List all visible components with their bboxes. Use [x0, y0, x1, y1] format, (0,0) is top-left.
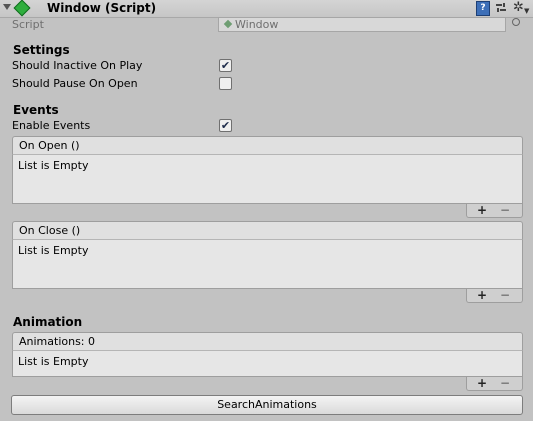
- checkmark-icon: ✔: [220, 119, 231, 132]
- animations-list-header: Animations: 0: [12, 332, 523, 351]
- gear-dropdown-arrow-icon[interactable]: ▼: [524, 7, 529, 15]
- on-open-empty-text: List is Empty: [18, 159, 89, 172]
- on-close-title: On Close (): [19, 224, 81, 237]
- should-inactive-checkbox[interactable]: ✔: [219, 59, 232, 72]
- on-open-list-footer: + −: [466, 204, 523, 218]
- fold-arrow-icon[interactable]: [3, 4, 11, 10]
- script-reference-field[interactable]: Window: [218, 17, 506, 32]
- events-header: Events: [13, 103, 59, 117]
- animations-list-footer: + −: [466, 377, 523, 391]
- add-button[interactable]: +: [477, 377, 487, 390]
- on-open-title: On Open (): [19, 139, 80, 152]
- remove-button[interactable]: −: [500, 204, 510, 217]
- settings-header: Settings: [13, 43, 70, 57]
- help-icon[interactable]: ?: [476, 1, 490, 16]
- search-animations-button[interactable]: SearchAnimations: [11, 395, 523, 415]
- remove-button[interactable]: −: [500, 377, 510, 390]
- preset-sliders-icon[interactable]: [495, 2, 507, 14]
- animations-count: Animations: 0: [19, 335, 96, 348]
- on-close-event-header: On Close (): [12, 221, 523, 240]
- object-picker-icon[interactable]: [512, 18, 520, 26]
- should-inactive-label: Should Inactive On Play: [12, 59, 143, 72]
- gear-icon[interactable]: ✲: [513, 0, 524, 15]
- add-button[interactable]: +: [477, 289, 487, 302]
- animations-list: List is Empty: [12, 351, 523, 377]
- on-close-empty-text: List is Empty: [18, 244, 89, 257]
- script-asset-icon: [223, 19, 233, 29]
- on-close-event-list: List is Empty: [12, 240, 523, 289]
- component-title: Window (Script): [47, 1, 157, 15]
- checkmark-icon: ✔: [220, 59, 231, 72]
- script-field-value: Window: [235, 18, 279, 31]
- on-open-event-list: List is Empty: [12, 155, 523, 204]
- should-pause-checkbox[interactable]: [219, 77, 232, 90]
- add-button[interactable]: +: [477, 204, 487, 217]
- should-pause-label: Should Pause On Open: [12, 77, 138, 90]
- animation-header: Animation: [13, 315, 83, 329]
- script-label: Script: [12, 18, 44, 31]
- enable-events-label: Enable Events: [12, 119, 91, 132]
- enable-events-checkbox[interactable]: ✔: [219, 119, 232, 132]
- on-open-event-header: On Open (): [12, 136, 523, 155]
- on-close-list-footer: + −: [466, 289, 523, 303]
- animations-empty-text: List is Empty: [18, 355, 89, 368]
- remove-button[interactable]: −: [500, 289, 510, 302]
